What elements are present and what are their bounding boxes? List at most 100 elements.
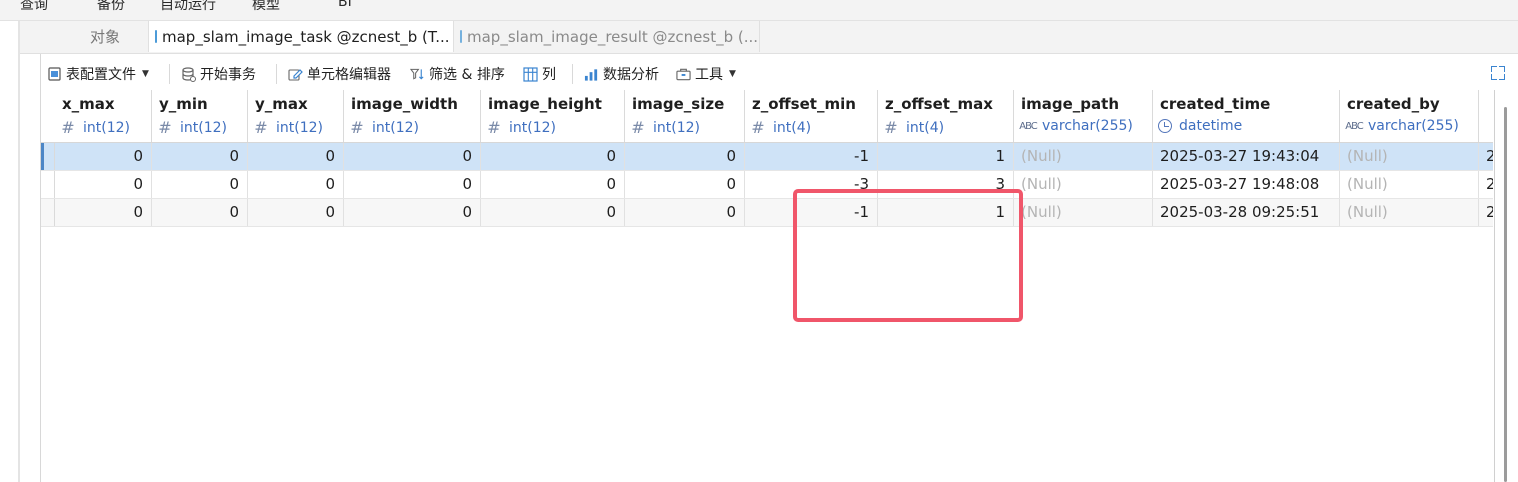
filter-sort-label: 筛选 & 排序 [429, 67, 505, 83]
tab-bar: 对象 map_slam_image_task @zcnest_b (T... m… [20, 21, 1518, 54]
bar-chart-icon [584, 67, 599, 82]
begin-transaction-label: 开始事务 [200, 67, 256, 83]
row-selector[interactable] [41, 199, 55, 226]
cell-y-max[interactable]: 0 [248, 199, 344, 226]
column-type: int(12) [653, 119, 700, 136]
column-name: y_min [159, 95, 208, 113]
column-header-x-max[interactable]: x_max # int(12) [55, 90, 152, 142]
columns-button[interactable]: 列 [523, 63, 556, 85]
cell-x-max[interactable]: 0 [55, 199, 152, 226]
grid-toolbar: 表配置文件 ▼ 开始事务 单元格编辑器 筛选 & 排序 列 数据分析 工具 ▼ [41, 59, 1518, 89]
column-header-z-offset-min[interactable]: z_offset_min # int(4) [745, 90, 878, 142]
chevron-down-icon: ▼ [729, 69, 736, 79]
cell-image-height[interactable]: 0 [481, 143, 625, 170]
pane-splitter[interactable] [18, 21, 20, 482]
tab-map-slam-image-result[interactable]: map_slam_image_result @zcnest_b (... [454, 21, 760, 52]
cell-image-size[interactable]: 0 [625, 171, 745, 198]
menu-backup[interactable]: 备份 [97, 0, 125, 14]
cell-x-max[interactable]: 0 [55, 171, 152, 198]
cell-image-path[interactable]: (Null) [1014, 171, 1153, 198]
data-analysis-button[interactable]: 数据分析 [584, 63, 659, 85]
cell-image-size[interactable]: 0 [625, 143, 745, 170]
vertical-scrollbar[interactable] [1504, 107, 1507, 482]
cell-image-path[interactable]: (Null) [1014, 143, 1153, 170]
row-selector[interactable] [41, 143, 55, 170]
menu-model[interactable]: 模型 [252, 0, 280, 14]
tools-button[interactable]: 工具 ▼ [676, 63, 736, 85]
cell-editor-button[interactable]: 单元格编辑器 [288, 63, 391, 85]
cell-image-height[interactable]: 0 [481, 171, 625, 198]
cell-y-max[interactable]: 0 [248, 143, 344, 170]
cell-image-path[interactable]: (Null) [1014, 199, 1153, 226]
cell-overflow[interactable]: 2 [1479, 143, 1493, 170]
begin-transaction-button[interactable]: 开始事务 [181, 63, 256, 85]
cell-y-min[interactable]: 0 [152, 171, 248, 198]
cell-image-height[interactable]: 0 [481, 199, 625, 226]
cell-image-width[interactable]: 0 [344, 199, 481, 226]
column-header-y-max[interactable]: y_max # int(12) [248, 90, 344, 142]
fullscreen-icon[interactable] [1491, 66, 1505, 80]
tab-objects[interactable]: 对象 [60, 21, 150, 52]
cell-y-min[interactable]: 0 [152, 143, 248, 170]
tab-map-slam-image-task[interactable]: map_slam_image_task @zcnest_b (T... [148, 21, 454, 52]
cell-z-offset-max[interactable]: 1 [878, 143, 1014, 170]
navicat-window: 查询 备份 自动运行 模型 BI 对象 map_slam_image_task … [0, 0, 1518, 482]
cell-created-by[interactable]: (Null) [1340, 171, 1479, 198]
cell-created-by[interactable]: (Null) [1340, 143, 1479, 170]
column-header-created-by[interactable]: created_by ABC varchar(255) [1340, 90, 1479, 142]
cell-created-time[interactable]: 2025-03-28 09:25:51 [1153, 199, 1340, 226]
cell-created-by[interactable]: (Null) [1340, 199, 1479, 226]
hash-icon: # [631, 118, 645, 137]
column-header-z-offset-max[interactable]: z_offset_max # int(4) [878, 90, 1014, 142]
cell-created-time[interactable]: 2025-03-27 19:48:08 [1153, 171, 1340, 198]
text-type-icon: ABC [1019, 120, 1038, 132]
column-name: image_width [351, 95, 458, 113]
cell-overflow[interactable]: 2 [1479, 171, 1493, 198]
cell-image-width[interactable]: 0 [344, 171, 481, 198]
column-type: int(4) [906, 119, 945, 136]
row-selector[interactable] [41, 171, 55, 198]
chevron-down-icon: ▼ [142, 69, 149, 79]
cell-overflow[interactable]: 2 [1479, 199, 1493, 226]
cell-z-offset-max[interactable]: 3 [878, 171, 1014, 198]
hash-icon: # [158, 118, 172, 137]
menu-automation[interactable]: 自动运行 [160, 0, 216, 14]
tab-active-label: map_slam_image_task @zcnest_b (T... [162, 27, 450, 46]
filter-sort-button[interactable]: 筛选 & 排序 [410, 63, 505, 85]
text-type-icon: ABC [1345, 120, 1364, 132]
cell-created-time[interactable]: 2025-03-27 19:43:04 [1153, 143, 1340, 170]
columns-label: 列 [542, 67, 556, 83]
data-analysis-label: 数据分析 [603, 67, 659, 83]
column-header-overflow[interactable] [1479, 90, 1493, 142]
cell-z-offset-min[interactable]: -1 [745, 143, 878, 170]
column-header-created-time[interactable]: created_time datetime [1153, 90, 1340, 142]
cell-image-size[interactable]: 0 [625, 199, 745, 226]
column-type: int(12) [276, 119, 323, 136]
cell-x-max[interactable]: 0 [55, 143, 152, 170]
cell-editor-label: 单元格编辑器 [307, 67, 391, 83]
column-type: int(12) [509, 119, 556, 136]
config-file-button[interactable]: 表配置文件 ▼ [47, 63, 149, 85]
tab-objects-label: 对象 [89, 28, 120, 46]
cell-z-offset-max[interactable]: 1 [878, 199, 1014, 226]
menu-query[interactable]: 查询 [20, 0, 48, 14]
column-header-image-size[interactable]: image_size # int(12) [625, 90, 745, 142]
column-header-image-path[interactable]: image_path ABC varchar(255) [1014, 90, 1153, 142]
column-name: image_path [1021, 95, 1120, 113]
column-name: z_offset_min [752, 95, 856, 113]
tab-inactive-label: map_slam_image_result @zcnest_b (... [467, 27, 759, 46]
column-header-image-width[interactable]: image_width # int(12) [344, 90, 481, 142]
table-row[interactable]: 0 0 0 0 0 0 -1 1 (Null) 2025-03-28 09:25… [41, 199, 1493, 227]
toolbar-separator [169, 64, 170, 84]
cell-z-offset-min[interactable]: -3 [745, 171, 878, 198]
column-header-image-height[interactable]: image_height # int(12) [481, 90, 625, 142]
cell-y-max[interactable]: 0 [248, 171, 344, 198]
column-header-y-min[interactable]: y_min # int(12) [152, 90, 248, 142]
table-row[interactable]: 0 0 0 0 0 0 -3 3 (Null) 2025-03-27 19:48… [41, 171, 1493, 199]
menu-bi[interactable]: BI [338, 0, 352, 10]
table-row[interactable]: 0 0 0 0 0 0 -1 1 (Null) 2025-03-27 19:43… [41, 143, 1493, 171]
cell-image-width[interactable]: 0 [344, 143, 481, 170]
cell-y-min[interactable]: 0 [152, 199, 248, 226]
column-name: created_time [1160, 95, 1271, 113]
cell-z-offset-min[interactable]: -1 [745, 199, 878, 226]
